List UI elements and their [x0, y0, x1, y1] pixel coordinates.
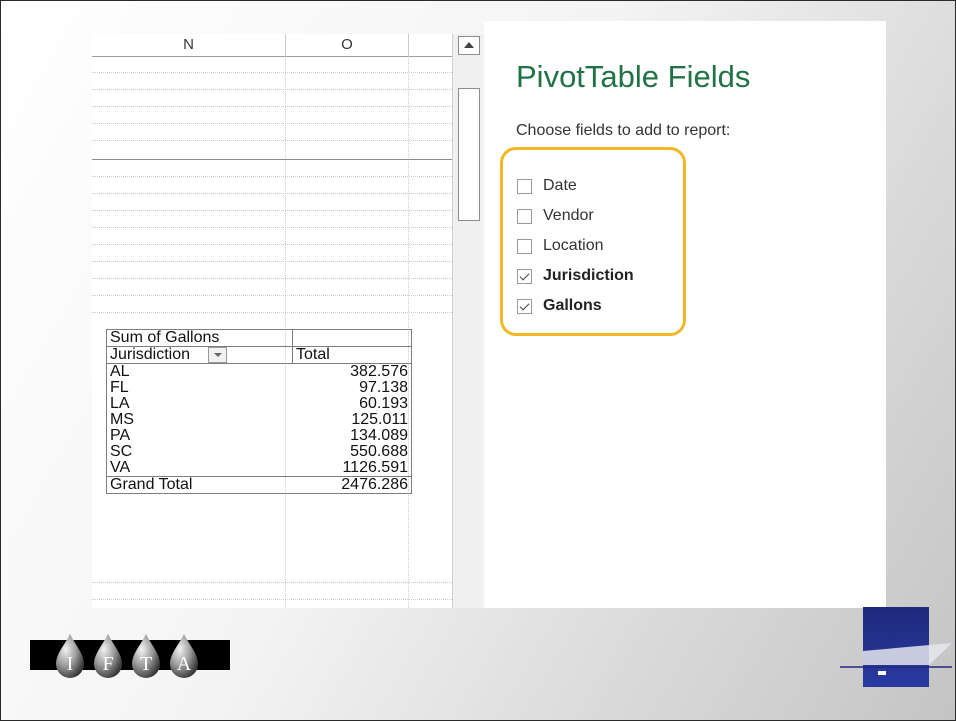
- row-gridline: [92, 176, 452, 177]
- panel-subtitle: Choose fields to add to report:: [516, 122, 731, 139]
- spreadsheet-grid[interactable]: N O Sum of Gallons Jurisdiction Total AL…: [92, 34, 452, 608]
- row-gridline: [92, 123, 452, 124]
- row-gridline: [92, 244, 452, 245]
- row-gridline: [92, 312, 452, 313]
- pivot-row-value: 60.193: [292, 396, 412, 413]
- row-gridline: [92, 140, 452, 141]
- pivot-row[interactable]: SC 550.688: [106, 444, 412, 461]
- row-gridline: [92, 295, 452, 296]
- filter-dropdown-icon[interactable]: [208, 347, 228, 363]
- pivot-row[interactable]: PA 134.089: [106, 428, 412, 445]
- row-gridline: [92, 599, 452, 600]
- row-gridline: [92, 582, 452, 583]
- row-gridline: [92, 193, 452, 194]
- pivot-row-value: 550.688: [292, 444, 412, 461]
- pivot-row-value: 125.011: [292, 412, 412, 429]
- pivot-row-label: PA: [106, 428, 293, 445]
- pivot-row-value: 97.138: [292, 380, 412, 397]
- pivot-row[interactable]: VA 1126.591: [106, 460, 412, 477]
- row-gridline: [92, 72, 452, 73]
- pivot-empty-cell[interactable]: [292, 329, 412, 347]
- ifta-logo: I F T A: [30, 634, 230, 678]
- pivot-row[interactable]: MS 125.011: [106, 412, 412, 429]
- pivot-row[interactable]: FL 97.138: [106, 380, 412, 397]
- pivot-value-header-cell[interactable]: Total: [292, 345, 412, 365]
- scrollbar-thumb[interactable]: [458, 88, 480, 221]
- pivot-row-label: SC: [106, 444, 293, 461]
- field-highlight-outline: [500, 147, 686, 336]
- row-gridline: [92, 159, 452, 160]
- pivot-row-value: 382.576: [292, 363, 412, 381]
- row-gridline: [92, 210, 452, 211]
- column-header-n[interactable]: N: [92, 34, 286, 57]
- grand-total-label: Grand Total: [106, 476, 293, 495]
- pivot-row-label: VA: [106, 460, 293, 477]
- pivot-row-label: LA: [106, 396, 293, 413]
- row-gridline: [92, 89, 452, 90]
- pivot-row[interactable]: LA 60.193: [106, 396, 412, 413]
- ifta-letter: T: [140, 653, 152, 675]
- pivot-title-cell[interactable]: Sum of Gallons: [106, 329, 293, 347]
- pivot-row-header-label: Jurisdiction: [110, 346, 191, 364]
- pivot-row[interactable]: AL 382.576: [106, 363, 412, 381]
- column-header-p[interactable]: [409, 34, 452, 57]
- pivot-row-label: FL: [106, 380, 293, 397]
- pivot-row-value: 1126.591: [292, 460, 412, 477]
- pivot-row-value: 134.089: [292, 428, 412, 445]
- corner-logo: [840, 607, 952, 687]
- vertical-scrollbar[interactable]: [452, 34, 485, 608]
- row-gridline: [92, 261, 452, 262]
- column-header-o[interactable]: O: [286, 34, 409, 57]
- row-gridline: [92, 227, 452, 228]
- ifta-letter: I: [67, 653, 74, 675]
- pivot-row-header-cell[interactable]: Jurisdiction: [106, 345, 293, 365]
- panel-title: PivotTable Fields: [516, 59, 751, 94]
- row-gridline: [92, 278, 452, 279]
- ifta-letter: A: [177, 653, 192, 675]
- scroll-up-arrow-icon[interactable]: [458, 36, 480, 55]
- pivot-row-label: MS: [106, 412, 293, 429]
- pivot-row-label: AL: [106, 363, 293, 381]
- pivot-grand-total-row[interactable]: Grand Total 2476.286: [106, 476, 412, 495]
- grand-total-value: 2476.286: [292, 476, 412, 495]
- row-gridline: [92, 106, 452, 107]
- pivot-table[interactable]: Sum of Gallons Jurisdiction Total AL 382…: [106, 329, 412, 495]
- ifta-letter: F: [102, 653, 113, 675]
